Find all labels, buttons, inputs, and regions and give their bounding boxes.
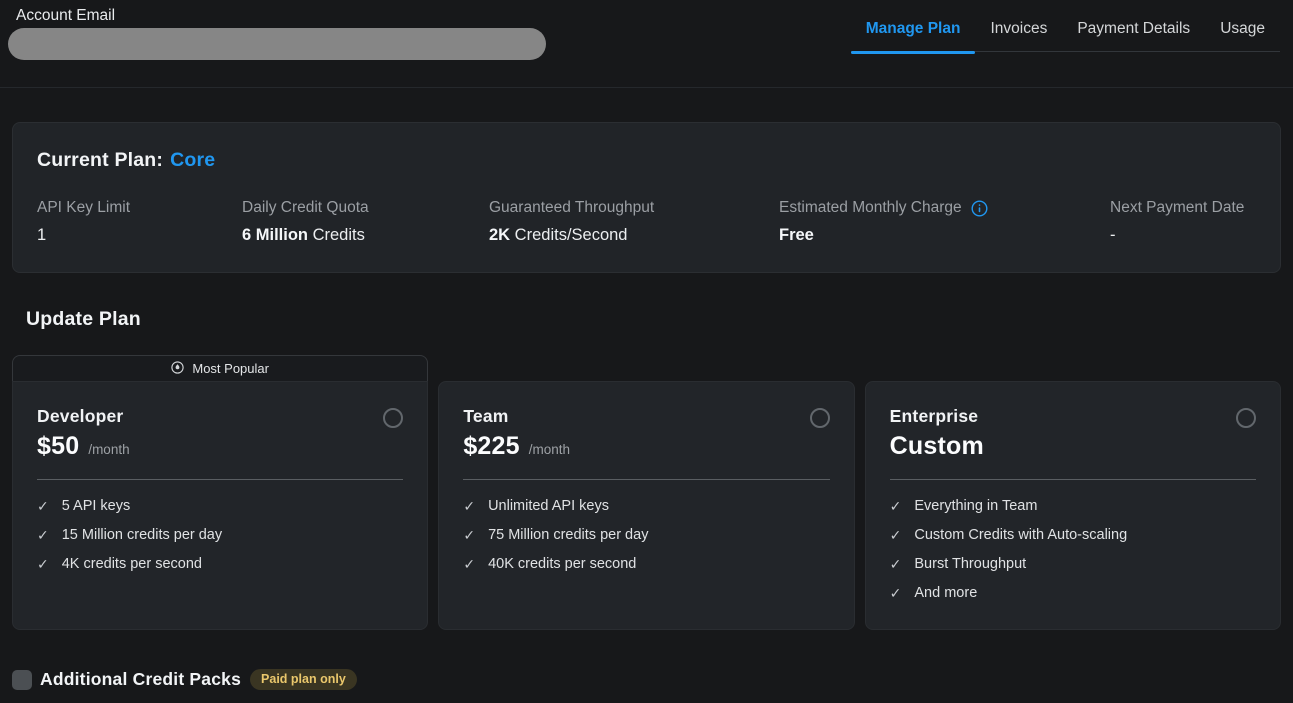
current-plan-name: Core	[170, 149, 215, 171]
check-icon: ✓	[890, 526, 902, 545]
plan-column-enterprise: Enterprise Custom ✓Everything in Team ✓C…	[865, 355, 1281, 630]
feature-item: ✓15 Million credits per day	[37, 526, 403, 545]
update-plan-heading: Update Plan	[26, 308, 141, 331]
feature-item: ✓Burst Throughput	[890, 555, 1256, 574]
tab-invoices[interactable]: Invoices	[975, 0, 1062, 52]
stat-value: 6 Million Credits	[242, 226, 489, 245]
stat-value: 1	[37, 226, 242, 245]
feature-item: ✓75 Million credits per day	[463, 526, 829, 545]
info-icon[interactable]	[971, 200, 988, 217]
stat-label: Next Payment Date	[1110, 199, 1244, 217]
most-popular-badge: Most Popular	[12, 355, 428, 381]
plan-name: Enterprise	[890, 406, 993, 427]
plan-radio-team[interactable]	[810, 408, 830, 428]
flame-icon	[171, 361, 184, 377]
tab-usage[interactable]: Usage	[1205, 0, 1280, 52]
feature-item: ✓5 API keys	[37, 497, 403, 516]
feature-list: ✓Everything in Team ✓Custom Credits with…	[890, 497, 1256, 603]
stat-estimated-monthly-charge: Estimated Monthly Charge Free	[779, 199, 1110, 245]
check-icon: ✓	[890, 555, 902, 574]
stat-api-key-limit: API Key Limit 1	[37, 199, 242, 245]
feature-item: ✓Custom Credits with Auto-scaling	[890, 526, 1256, 545]
stat-value: 2K Credits/Second	[489, 226, 779, 245]
check-icon: ✓	[463, 497, 475, 516]
feature-list: ✓Unlimited API keys ✓75 Million credits …	[463, 497, 829, 574]
stat-label: API Key Limit	[37, 199, 130, 217]
tab-manage-plan[interactable]: Manage Plan	[851, 0, 976, 52]
feature-item: ✓And more	[890, 584, 1256, 603]
check-icon: ✓	[463, 555, 475, 574]
plan-card-team[interactable]: Team $225 /month ✓Unlimited API keys ✓75…	[438, 381, 854, 630]
plan-card-enterprise[interactable]: Enterprise Custom ✓Everything in Team ✓C…	[865, 381, 1281, 630]
check-icon: ✓	[37, 526, 49, 545]
check-icon: ✓	[463, 526, 475, 545]
most-popular-label: Most Popular	[192, 361, 269, 376]
feature-item: ✓4K credits per second	[37, 555, 403, 574]
current-plan-title: Current Plan: Core	[37, 149, 1256, 172]
stat-guaranteed-throughput: Guaranteed Throughput 2K Credits/Second	[489, 199, 779, 245]
account-email-label: Account Email	[16, 7, 115, 25]
credit-packs-checkbox[interactable]	[12, 670, 32, 690]
feature-list: ✓5 API keys ✓15 Million credits per day …	[37, 497, 403, 574]
stat-daily-credit-quota: Daily Credit Quota 6 Million Credits	[242, 199, 489, 245]
card-divider	[37, 479, 403, 480]
billing-page: Account Email Manage Plan Invoices Payme…	[0, 0, 1293, 703]
plan-column-developer: Most Popular Developer $50 /month ✓5 API	[12, 355, 428, 630]
stat-value: Free	[779, 226, 1110, 245]
tab-bar: Manage Plan Invoices Payment Details Usa…	[851, 0, 1280, 52]
additional-credit-packs-row: Additional Credit Packs Paid plan only	[12, 669, 357, 690]
feature-item: ✓Unlimited API keys	[463, 497, 829, 516]
current-plan-stats: API Key Limit 1 Daily Credit Quota 6 Mil…	[37, 199, 1256, 245]
plan-price: $225	[463, 432, 519, 461]
plan-period: /month	[529, 442, 570, 457]
page-header: Account Email Manage Plan Invoices Payme…	[0, 0, 1293, 88]
credit-packs-label: Additional Credit Packs	[40, 669, 241, 690]
plan-radio-enterprise[interactable]	[1236, 408, 1256, 428]
card-divider	[890, 479, 1256, 480]
check-icon: ✓	[890, 497, 902, 516]
stat-label: Guaranteed Throughput	[489, 199, 654, 217]
plan-name: Team	[463, 406, 570, 427]
plan-options: Most Popular Developer $50 /month ✓5 API	[12, 355, 1281, 630]
plan-period: /month	[88, 442, 129, 457]
plan-price: $50	[37, 432, 79, 461]
plan-price: Custom	[890, 432, 984, 461]
check-icon: ✓	[890, 584, 902, 603]
paid-plan-only-badge: Paid plan only	[250, 669, 357, 690]
current-plan-title-prefix: Current Plan:	[37, 149, 163, 171]
plan-radio-developer[interactable]	[383, 408, 403, 428]
stat-label: Daily Credit Quota	[242, 199, 369, 217]
plan-column-team: Team $225 /month ✓Unlimited API keys ✓75…	[438, 355, 854, 630]
tab-payment-details[interactable]: Payment Details	[1062, 0, 1205, 52]
account-email-input[interactable]	[8, 28, 546, 60]
stat-value: -	[1110, 226, 1256, 245]
card-divider	[463, 479, 829, 480]
check-icon: ✓	[37, 555, 49, 574]
plan-card-developer[interactable]: Developer $50 /month ✓5 API keys ✓15 Mil…	[12, 381, 428, 630]
feature-item: ✓40K credits per second	[463, 555, 829, 574]
stat-next-payment-date: Next Payment Date -	[1110, 199, 1256, 245]
current-plan-card: Current Plan: Core API Key Limit 1 Daily …	[12, 122, 1281, 273]
stat-label: Estimated Monthly Charge	[779, 199, 962, 217]
plan-name: Developer	[37, 406, 130, 427]
check-icon: ✓	[37, 497, 49, 516]
feature-item: ✓Everything in Team	[890, 497, 1256, 516]
